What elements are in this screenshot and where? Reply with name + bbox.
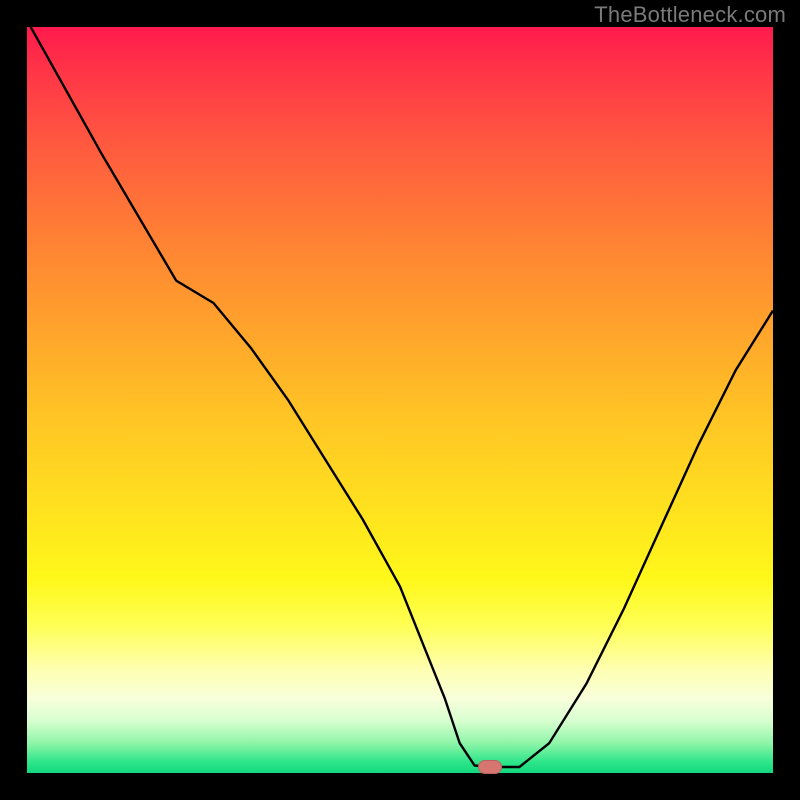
curve-path [31, 27, 773, 767]
chart-frame: TheBottleneck.com [0, 0, 800, 800]
optimal-point-marker [478, 760, 502, 774]
bottleneck-curve [27, 27, 773, 773]
watermark-text: TheBottleneck.com [594, 2, 786, 28]
